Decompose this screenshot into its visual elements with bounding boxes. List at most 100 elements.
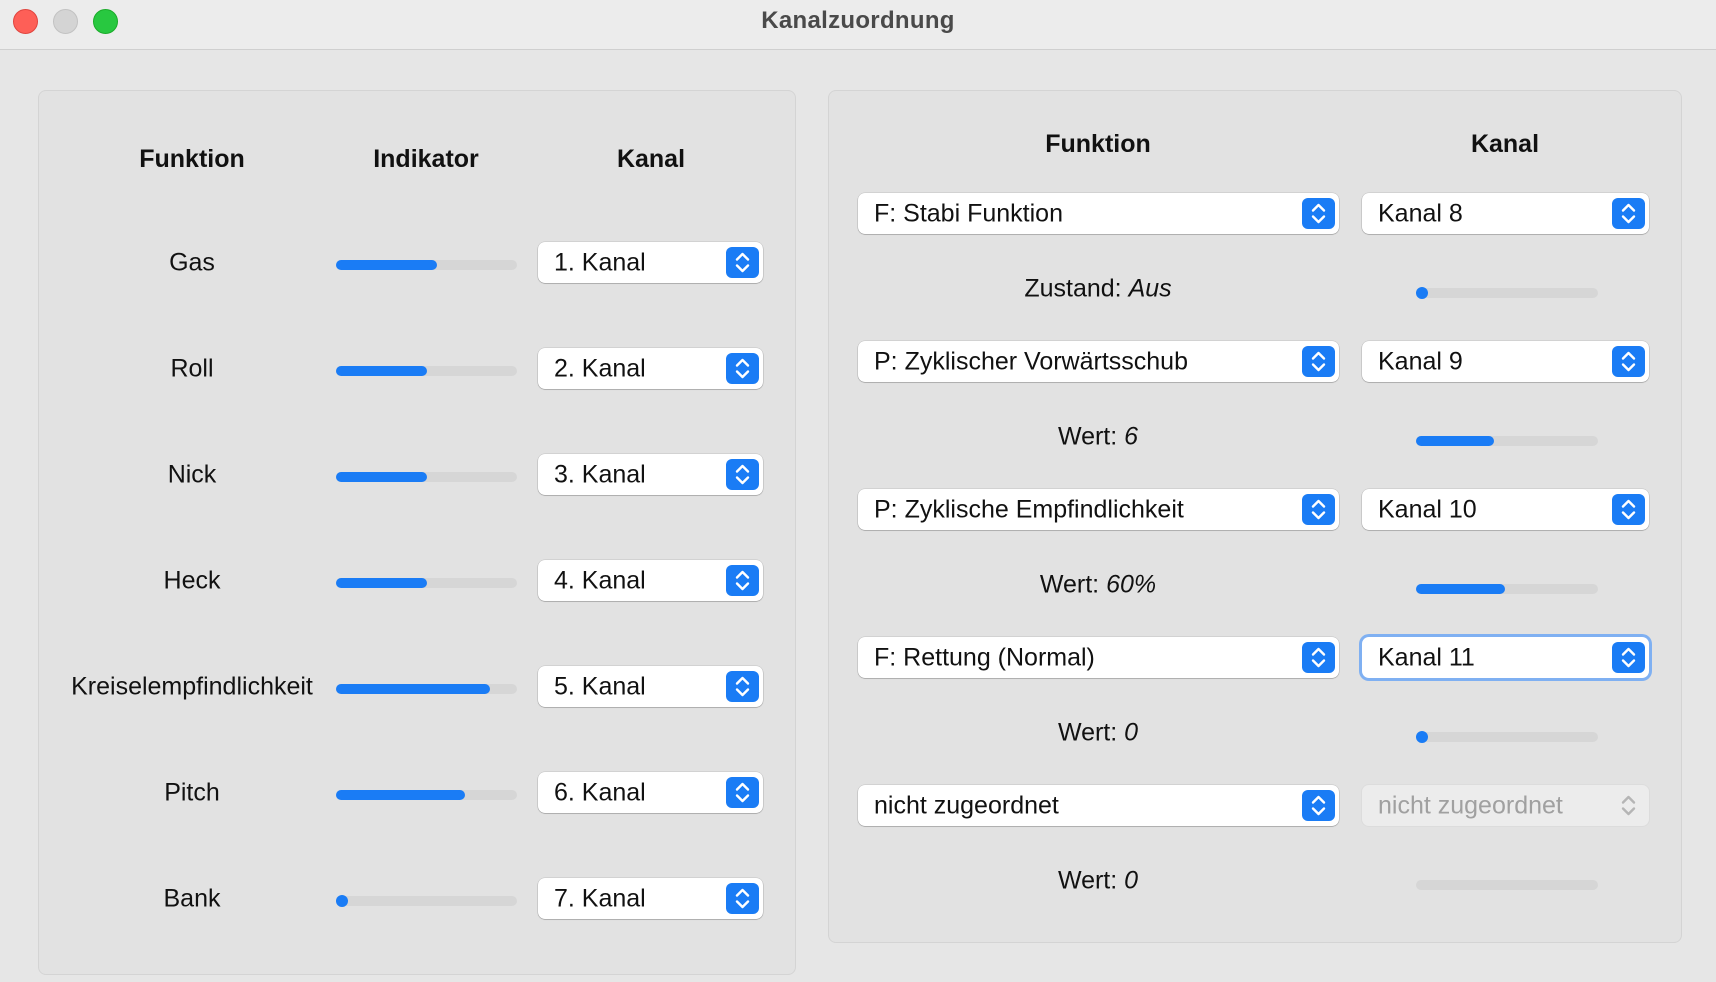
- channel-select-label: 1. Kanal: [554, 248, 646, 276]
- channel-select: nicht zugeordnet: [1362, 785, 1649, 826]
- function-select[interactable]: F: Rettung (Normal): [858, 637, 1339, 678]
- channel-indicator-bar-fill: [1416, 436, 1495, 446]
- left-function-label: Kreiselempfindlichkeit: [71, 672, 313, 701]
- indicator-bar: [336, 578, 517, 588]
- left-function-label: Roll: [170, 354, 214, 383]
- channel-select[interactable]: Kanal 11: [1362, 637, 1649, 678]
- up-down-chevron-icon: [726, 777, 759, 808]
- up-down-chevron-icon: [726, 353, 759, 384]
- function-state-text: Wert: 6: [1058, 423, 1138, 452]
- channel-indicator-bar: [1416, 287, 1598, 299]
- channel-select-label: 4. Kanal: [554, 566, 646, 594]
- function-select-label: P: Zyklischer Vorwärtsschub: [874, 347, 1188, 375]
- function-select[interactable]: nicht zugeordnet: [858, 785, 1339, 826]
- function-select[interactable]: P: Zyklischer Vorwärtsschub: [858, 341, 1339, 382]
- state-value: 0: [1124, 718, 1139, 747]
- left-function-label: Bank: [163, 884, 221, 913]
- up-down-chevron-icon: [1612, 494, 1645, 525]
- channel-indicator-bar-dot: [1416, 731, 1428, 743]
- function-select-label: nicht zugeordnet: [874, 791, 1059, 819]
- indicator-bar-fill: [336, 578, 427, 588]
- state-label: Wert:: [1057, 422, 1118, 451]
- left-header-indicator: Indikator: [373, 145, 479, 173]
- right-header-function: Funktion: [1045, 130, 1151, 158]
- function-select-label: P: Zyklische Empfindlichkeit: [874, 495, 1184, 523]
- channel-select-label: 2. Kanal: [554, 354, 646, 382]
- up-down-chevron-icon: [1612, 790, 1645, 821]
- function-select-label: F: Rettung (Normal): [874, 643, 1095, 671]
- up-down-chevron-icon: [726, 671, 759, 702]
- channel-select[interactable]: 4. Kanal: [538, 560, 763, 601]
- channel-select-label: Kanal 10: [1378, 495, 1477, 523]
- channel-select[interactable]: Kanal 10: [1362, 489, 1649, 530]
- channel-indicator-bar: [1416, 584, 1598, 594]
- indicator-bar-fill: [336, 684, 490, 694]
- up-down-chevron-icon: [726, 247, 759, 278]
- channel-indicator-bar: [1416, 731, 1598, 743]
- function-state-text: Wert: 0: [1058, 719, 1138, 748]
- up-down-chevron-icon: [1612, 198, 1645, 229]
- up-down-chevron-icon: [726, 883, 759, 914]
- channel-indicator-bar: [1416, 880, 1598, 890]
- state-value: Aus: [1128, 274, 1172, 303]
- primary-channel-panel: [38, 90, 796, 975]
- function-select[interactable]: P: Zyklische Empfindlichkeit: [858, 489, 1339, 530]
- right-header-channel: Kanal: [1470, 130, 1540, 158]
- indicator-bar-fill: [336, 790, 465, 800]
- indicator-bar-dot: [336, 895, 348, 907]
- function-select[interactable]: F: Stabi Funktion: [858, 193, 1339, 234]
- state-label: Wert:: [1057, 718, 1118, 747]
- up-down-chevron-icon: [726, 565, 759, 596]
- channel-select[interactable]: 3. Kanal: [538, 454, 763, 495]
- up-down-chevron-icon: [1302, 198, 1335, 229]
- channel-indicator-bar: [1416, 436, 1598, 446]
- state-value: 0: [1124, 866, 1139, 895]
- channel-select[interactable]: 5. Kanal: [538, 666, 763, 707]
- channel-select[interactable]: Kanal 8: [1362, 193, 1649, 234]
- indicator-bar: [336, 366, 517, 376]
- up-down-chevron-icon: [1302, 790, 1335, 821]
- up-down-chevron-icon: [1302, 494, 1335, 525]
- up-down-chevron-icon: [726, 459, 759, 490]
- channel-select[interactable]: 1. Kanal: [538, 242, 763, 283]
- channel-select-label: Kanal 9: [1378, 347, 1463, 375]
- indicator-bar-fill: [336, 472, 427, 482]
- function-state-text: Zustand: Aus: [1024, 275, 1171, 304]
- left-header-channel: Kanal: [616, 145, 686, 173]
- indicator-bar: [336, 472, 517, 482]
- left-function-label: Pitch: [164, 778, 220, 807]
- function-state-text: Wert: 60%: [1040, 571, 1156, 600]
- up-down-chevron-icon: [1612, 346, 1645, 377]
- indicator-bar: [336, 260, 517, 270]
- up-down-chevron-icon: [1302, 346, 1335, 377]
- channel-select-label: Kanal 8: [1378, 199, 1463, 227]
- channel-select-label: nicht zugeordnet: [1378, 791, 1563, 819]
- up-down-chevron-icon: [1302, 642, 1335, 673]
- channel-select-label: 6. Kanal: [554, 778, 646, 806]
- channel-select-label: 7. Kanal: [554, 884, 646, 912]
- channel-select[interactable]: 2. Kanal: [538, 348, 763, 389]
- title-bar: Kanalzuordnung: [0, 0, 1716, 50]
- function-state-text: Wert: 0: [1058, 867, 1138, 896]
- channel-select-label: Kanal 11: [1378, 643, 1475, 671]
- state-value: 6: [1124, 422, 1139, 451]
- left-function-label: Nick: [167, 460, 217, 489]
- left-header-function: Funktion: [139, 145, 245, 173]
- channel-select[interactable]: Kanal 9: [1362, 341, 1649, 382]
- channel-indicator-bar-fill: [1416, 584, 1506, 594]
- channel-indicator-bar-dot: [1416, 287, 1428, 299]
- state-label: Zustand:: [1024, 274, 1122, 303]
- state-label: Wert:: [1057, 866, 1118, 895]
- state-value: 60%: [1106, 570, 1157, 599]
- indicator-bar-fill: [336, 366, 427, 376]
- indicator-bar: [336, 684, 517, 694]
- channel-select[interactable]: 6. Kanal: [538, 772, 763, 813]
- indicator-bar-fill: [336, 260, 438, 270]
- window-title: Kanalzuordnung: [761, 7, 955, 34]
- state-label: Wert:: [1039, 570, 1100, 599]
- channel-select-label: 5. Kanal: [554, 672, 646, 700]
- indicator-bar: [336, 895, 517, 907]
- channel-select[interactable]: 7. Kanal: [538, 878, 763, 919]
- indicator-bar: [336, 790, 517, 800]
- up-down-chevron-icon: [1612, 642, 1645, 673]
